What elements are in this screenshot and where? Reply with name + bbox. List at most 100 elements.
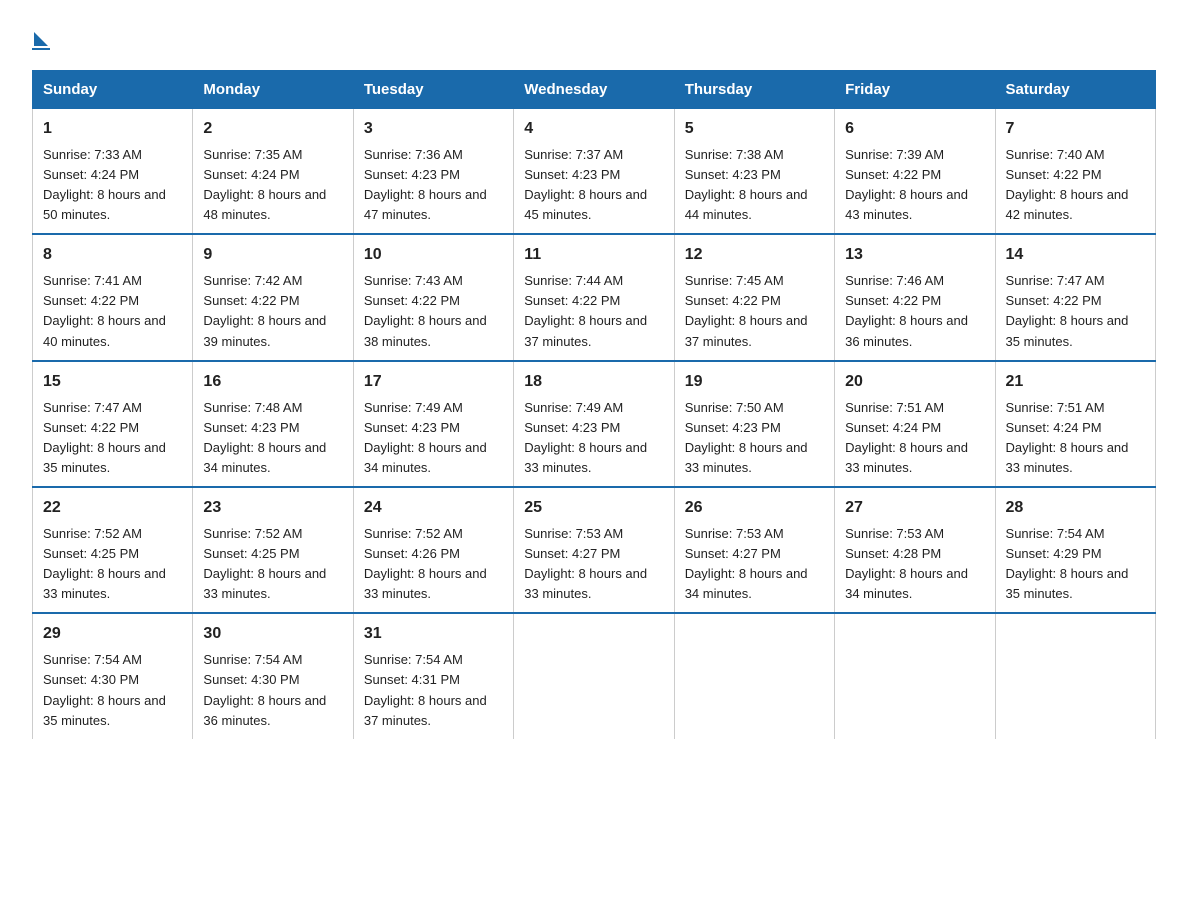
day-number: 13: [845, 243, 984, 268]
day-info: Sunrise: 7:37 AMSunset: 4:23 PMDaylight:…: [524, 147, 647, 222]
day-number: 17: [364, 370, 503, 395]
calendar-cell: 14 Sunrise: 7:47 AMSunset: 4:22 PMDayligh…: [995, 234, 1155, 360]
day-number: 29: [43, 622, 182, 647]
day-number: 27: [845, 496, 984, 521]
calendar-cell: 12 Sunrise: 7:45 AMSunset: 4:22 PMDayligh…: [674, 234, 834, 360]
calendar-cell: 9Sunrise: 7:42 AMSunset: 4:22 PMDaylight…: [193, 234, 353, 360]
day-number: 1: [43, 117, 182, 142]
day-number: 16: [203, 370, 342, 395]
day-info: Sunrise: 7:53 AMSunset: 4:27 PMDaylight:…: [524, 526, 647, 601]
calendar-cell: 21Sunrise: 7:51 AMSunset: 4:24 PMDayligh…: [995, 361, 1155, 487]
day-info: Sunrise: 7:54 AMSunset: 4:31 PMDaylight:…: [364, 652, 487, 727]
calendar-cell: [514, 613, 674, 738]
calendar-cell: 28Sunrise: 7:54 AMSunset: 4:29 PMDayligh…: [995, 487, 1155, 613]
calendar-header: SundayMondayTuesdayWednesdayThursdayFrid…: [33, 71, 1156, 109]
calendar-cell: 23 Sunrise: 7:52 AMSunset: 4:25 PMDayligh…: [193, 487, 353, 613]
day-number: 30: [203, 622, 342, 647]
day-info: Sunrise: 7:53 AMSunset: 4:28 PMDaylight:…: [845, 526, 968, 601]
calendar-cell: [835, 613, 995, 738]
day-info: Sunrise: 7:52 AMSunset: 4:26 PMDaylight:…: [364, 526, 487, 601]
calendar-cell: 11Sunrise: 7:44 AMSunset: 4:22 PMDayligh…: [514, 234, 674, 360]
day-number: 3: [364, 117, 503, 142]
header-saturday: Saturday: [995, 71, 1155, 109]
day-number: 7: [1006, 117, 1145, 142]
calendar-cell: 16 Sunrise: 7:48 AMSunset: 4:23 PMDayligh…: [193, 361, 353, 487]
day-number: 5: [685, 117, 824, 142]
calendar-cell: 13 Sunrise: 7:46 AMSunset: 4:22 PMDayligh…: [835, 234, 995, 360]
calendar-week-2: 8 Sunrise: 7:41 AMSunset: 4:22 PMDaylight…: [33, 234, 1156, 360]
calendar-cell: 6 Sunrise: 7:39 AMSunset: 4:22 PMDaylight…: [835, 109, 995, 235]
calendar-cell: 10Sunrise: 7:43 AMSunset: 4:22 PMDayligh…: [353, 234, 513, 360]
calendar-cell: 18 Sunrise: 7:49 AMSunset: 4:23 PMDayligh…: [514, 361, 674, 487]
calendar-cell: [995, 613, 1155, 738]
day-number: 20: [845, 370, 984, 395]
logo-arrow-icon: [34, 32, 48, 46]
calendar-week-3: 15 Sunrise: 7:47 AMSunset: 4:22 PMDayligh…: [33, 361, 1156, 487]
day-info: Sunrise: 7:40 AMSunset: 4:22 PMDaylight:…: [1006, 147, 1129, 222]
calendar-cell: 3 Sunrise: 7:36 AMSunset: 4:23 PMDaylight…: [353, 109, 513, 235]
header-friday: Friday: [835, 71, 995, 109]
calendar-cell: 20 Sunrise: 7:51 AMSunset: 4:24 PMDayligh…: [835, 361, 995, 487]
calendar-cell: 26 Sunrise: 7:53 AMSunset: 4:27 PMDayligh…: [674, 487, 834, 613]
day-info: Sunrise: 7:49 AMSunset: 4:23 PMDaylight:…: [524, 400, 647, 475]
calendar-cell: 8 Sunrise: 7:41 AMSunset: 4:22 PMDaylight…: [33, 234, 193, 360]
day-number: 10: [364, 243, 503, 268]
day-number: 12: [685, 243, 824, 268]
header-wednesday: Wednesday: [514, 71, 674, 109]
day-number: 4: [524, 117, 663, 142]
day-info: Sunrise: 7:41 AMSunset: 4:22 PMDaylight:…: [43, 273, 166, 348]
logo: [32, 24, 50, 52]
day-info: Sunrise: 7:47 AMSunset: 4:22 PMDaylight:…: [43, 400, 166, 475]
day-info: Sunrise: 7:46 AMSunset: 4:22 PMDaylight:…: [845, 273, 968, 348]
calendar-cell: 29 Sunrise: 7:54 AMSunset: 4:30 PMDayligh…: [33, 613, 193, 738]
calendar-cell: [674, 613, 834, 738]
calendar-week-4: 22 Sunrise: 7:52 AMSunset: 4:25 PMDayligh…: [33, 487, 1156, 613]
day-info: Sunrise: 7:48 AMSunset: 4:23 PMDaylight:…: [203, 400, 326, 475]
day-info: Sunrise: 7:54 AMSunset: 4:30 PMDaylight:…: [43, 652, 166, 727]
calendar-cell: 7 Sunrise: 7:40 AMSunset: 4:22 PMDaylight…: [995, 109, 1155, 235]
calendar-cell: 1 Sunrise: 7:33 AMSunset: 4:24 PMDaylight…: [33, 109, 193, 235]
day-number: 8: [43, 243, 182, 268]
day-info: Sunrise: 7:54 AMSunset: 4:30 PMDaylight:…: [203, 652, 326, 727]
header-sunday: Sunday: [33, 71, 193, 109]
calendar-body: 1 Sunrise: 7:33 AMSunset: 4:24 PMDaylight…: [33, 109, 1156, 739]
day-info: Sunrise: 7:51 AMSunset: 4:24 PMDaylight:…: [845, 400, 968, 475]
day-info: Sunrise: 7:50 AMSunset: 4:23 PMDaylight:…: [685, 400, 808, 475]
day-info: Sunrise: 7:52 AMSunset: 4:25 PMDaylight:…: [43, 526, 166, 601]
day-number: 15: [43, 370, 182, 395]
day-number: 26: [685, 496, 824, 521]
day-info: Sunrise: 7:54 AMSunset: 4:29 PMDaylight:…: [1006, 526, 1129, 601]
calendar-cell: 15 Sunrise: 7:47 AMSunset: 4:22 PMDayligh…: [33, 361, 193, 487]
day-info: Sunrise: 7:38 AMSunset: 4:23 PMDaylight:…: [685, 147, 808, 222]
day-number: 6: [845, 117, 984, 142]
day-info: Sunrise: 7:39 AMSunset: 4:22 PMDaylight:…: [845, 147, 968, 222]
calendar-cell: 27 Sunrise: 7:53 AMSunset: 4:28 PMDayligh…: [835, 487, 995, 613]
day-info: Sunrise: 7:49 AMSunset: 4:23 PMDaylight:…: [364, 400, 487, 475]
day-info: Sunrise: 7:35 AMSunset: 4:24 PMDaylight:…: [203, 147, 326, 222]
day-info: Sunrise: 7:42 AMSunset: 4:22 PMDaylight:…: [203, 273, 326, 348]
header-thursday: Thursday: [674, 71, 834, 109]
calendar-cell: 24 Sunrise: 7:52 AMSunset: 4:26 PMDayligh…: [353, 487, 513, 613]
calendar-cell: 22 Sunrise: 7:52 AMSunset: 4:25 PMDayligh…: [33, 487, 193, 613]
day-info: Sunrise: 7:33 AMSunset: 4:24 PMDaylight:…: [43, 147, 166, 222]
day-info: Sunrise: 7:36 AMSunset: 4:23 PMDaylight:…: [364, 147, 487, 222]
day-info: Sunrise: 7:47 AMSunset: 4:22 PMDaylight:…: [1006, 273, 1129, 348]
calendar-week-1: 1 Sunrise: 7:33 AMSunset: 4:24 PMDaylight…: [33, 109, 1156, 235]
day-info: Sunrise: 7:45 AMSunset: 4:22 PMDaylight:…: [685, 273, 808, 348]
calendar-week-5: 29 Sunrise: 7:54 AMSunset: 4:30 PMDayligh…: [33, 613, 1156, 738]
day-number: 24: [364, 496, 503, 521]
day-info: Sunrise: 7:53 AMSunset: 4:27 PMDaylight:…: [685, 526, 808, 601]
calendar-cell: 4 Sunrise: 7:37 AMSunset: 4:23 PMDaylight…: [514, 109, 674, 235]
calendar-cell: 19Sunrise: 7:50 AMSunset: 4:23 PMDayligh…: [674, 361, 834, 487]
calendar-cell: 30 Sunrise: 7:54 AMSunset: 4:30 PMDayligh…: [193, 613, 353, 738]
header-tuesday: Tuesday: [353, 71, 513, 109]
day-number: 23: [203, 496, 342, 521]
calendar-cell: 2Sunrise: 7:35 AMSunset: 4:24 PMDaylight…: [193, 109, 353, 235]
header: [32, 24, 1156, 52]
day-number: 22: [43, 496, 182, 521]
calendar-table: SundayMondayTuesdayWednesdayThursdayFrid…: [32, 70, 1156, 739]
day-number: 18: [524, 370, 663, 395]
day-info: Sunrise: 7:52 AMSunset: 4:25 PMDaylight:…: [203, 526, 326, 601]
day-number: 14: [1006, 243, 1145, 268]
day-info: Sunrise: 7:44 AMSunset: 4:22 PMDaylight:…: [524, 273, 647, 348]
